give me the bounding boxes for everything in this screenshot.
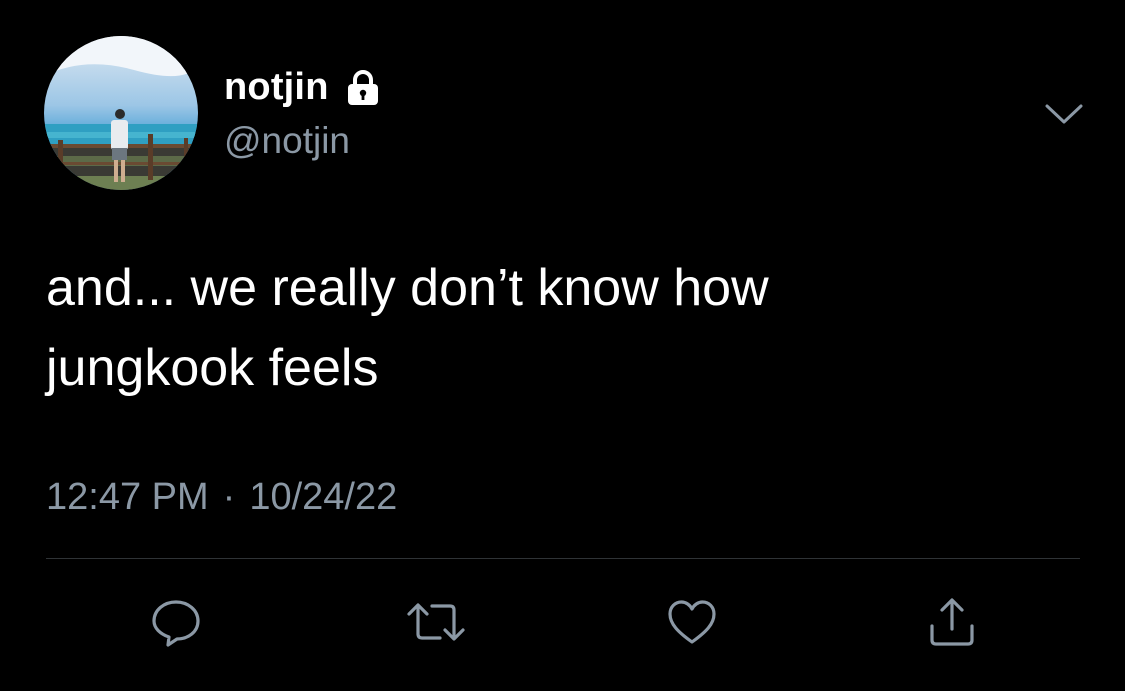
tweet-text: and... we really don’t know how jungkook… [46, 259, 769, 397]
reply-button[interactable] [146, 592, 206, 652]
timestamp-separator: · [222, 476, 236, 518]
avatar[interactable] [44, 36, 198, 190]
display-name[interactable]: notjin [224, 62, 329, 112]
heart-icon [668, 600, 716, 644]
like-button[interactable] [662, 592, 722, 652]
share-icon [930, 598, 974, 646]
lock-icon [343, 67, 383, 107]
tweet-card: notjin @notjin and... we really don’t kn… [0, 0, 1125, 691]
tweet-time: 12:47 PM [46, 476, 209, 518]
retweet-icon [407, 603, 465, 641]
divider [46, 558, 1080, 559]
action-bar [0, 592, 1125, 652]
chevron-down-icon[interactable] [1044, 100, 1084, 130]
display-name-row: notjin [224, 62, 383, 112]
tweet-date: 10/24/22 [249, 476, 398, 518]
share-button[interactable] [922, 592, 982, 652]
avatar-image [44, 36, 198, 190]
retweet-button[interactable] [406, 592, 466, 652]
handle[interactable]: @notjin [224, 118, 350, 164]
reply-icon [152, 600, 200, 647]
timestamp[interactable]: 12:47 PM · 10/24/22 [46, 472, 397, 522]
